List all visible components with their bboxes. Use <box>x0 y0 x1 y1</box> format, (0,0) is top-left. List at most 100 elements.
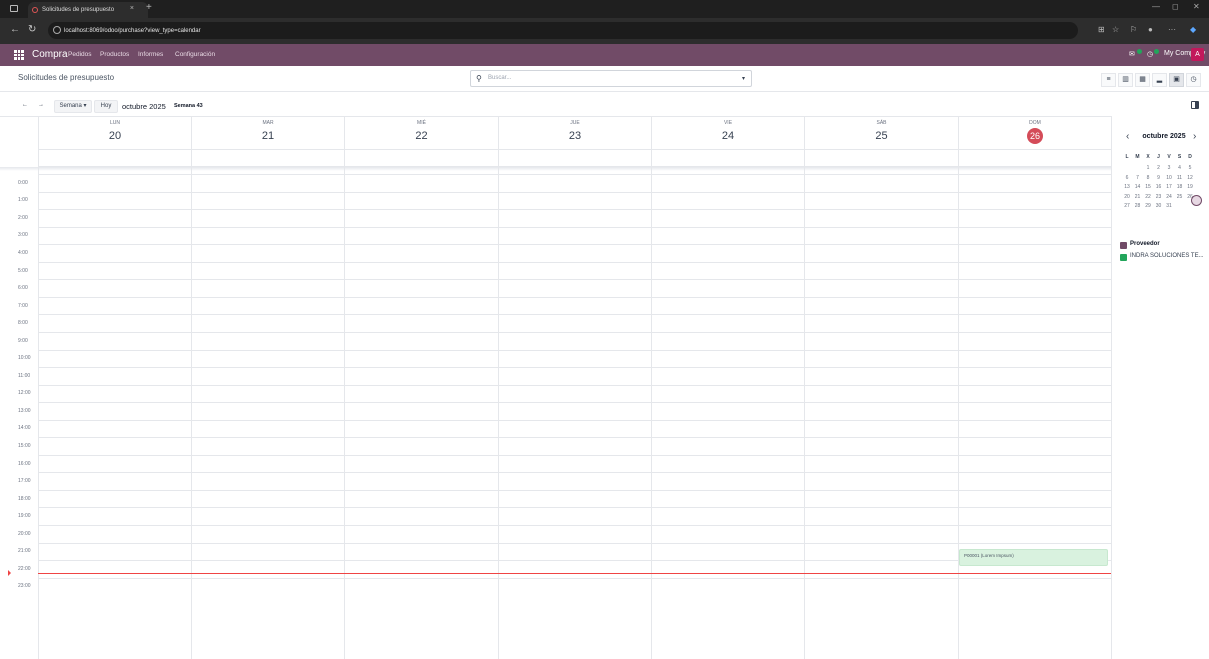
mini-day[interactable]: 25 <box>1175 194 1185 200</box>
mini-day[interactable]: 9 <box>1154 175 1164 181</box>
more-options-icon[interactable]: ··· <box>1168 25 1176 34</box>
mini-day[interactable]: 11 <box>1175 175 1185 181</box>
toggle-side-panel-icon[interactable] <box>1191 101 1199 109</box>
mini-day[interactable]: 8 <box>1143 175 1153 181</box>
mini-day[interactable]: 7 <box>1133 175 1143 181</box>
mini-day[interactable]: 20 <box>1122 194 1132 200</box>
search-icon: ⚲ <box>476 74 482 83</box>
mini-day[interactable]: 19 <box>1185 184 1195 190</box>
mini-day[interactable]: 22 <box>1143 194 1153 200</box>
mini-day[interactable]: 21 <box>1133 194 1143 200</box>
mini-day[interactable]: 10 <box>1164 175 1174 181</box>
url-input[interactable]: localhost:8069/odoo/purchase?view_type=c… <box>48 22 1078 39</box>
calendar-view-icon[interactable]: ▣ <box>1169 73 1184 87</box>
mini-dow-label: V <box>1167 154 1171 160</box>
mini-calendar-title: octubre 2025 <box>1142 133 1186 140</box>
mini-day[interactable]: 17 <box>1164 184 1174 190</box>
filter-item-checkbox[interactable] <box>1120 254 1127 261</box>
tab-close-icon[interactable]: × <box>130 5 134 12</box>
day-header-sat[interactable]: SÁB 25 <box>804 117 958 149</box>
hour-label: 15:00 <box>18 443 31 449</box>
activity-view-icon[interactable]: ◷ <box>1186 73 1201 87</box>
hour-line <box>38 490 1111 491</box>
today-button[interactable]: Hoy <box>94 100 118 113</box>
hour-line <box>38 367 1111 368</box>
odoo-navbar: Compra Pedidos Productos Informes Config… <box>0 44 1209 66</box>
all-day-row[interactable] <box>38 149 1111 167</box>
list-view-icon[interactable]: ≡ <box>1101 73 1116 87</box>
day-number: 21 <box>261 130 275 142</box>
reload-icon[interactable]: ↻ <box>28 24 36 35</box>
search-input[interactable]: ⚲ Buscar... ▾ <box>470 70 752 87</box>
mini-day[interactable]: 31 <box>1164 203 1174 209</box>
back-icon[interactable]: ← <box>10 24 20 35</box>
mini-day[interactable]: 28 <box>1133 203 1143 209</box>
menu-configuracion[interactable]: Configuración <box>175 51 215 58</box>
mini-day[interactable]: 15 <box>1143 184 1153 190</box>
new-tab-icon[interactable]: + <box>146 2 152 13</box>
mini-day[interactable]: 2 <box>1154 165 1164 171</box>
mini-day[interactable]: 23 <box>1154 194 1164 200</box>
mini-day[interactable]: 13 <box>1122 184 1132 190</box>
day-header-sun[interactable]: DOM 26 <box>958 117 1111 149</box>
day-column[interactable] <box>958 149 959 659</box>
profile-icon[interactable]: ● <box>1148 25 1153 34</box>
day-header-thu[interactable]: JUE 23 <box>498 117 651 149</box>
graph-view-icon[interactable]: ▂ <box>1152 73 1167 87</box>
mini-day[interactable]: 1 <box>1143 165 1153 171</box>
day-column[interactable] <box>498 149 499 659</box>
mini-day[interactable]: 4 <box>1175 165 1185 171</box>
group-checkbox[interactable] <box>1120 242 1127 249</box>
mini-day[interactable]: 16 <box>1154 184 1164 190</box>
day-column[interactable] <box>804 149 805 659</box>
day-header-fri[interactable]: VIE 24 <box>651 117 804 149</box>
calendar-event[interactable]: P00001 (Lorem Impsum) <box>959 549 1108 566</box>
day-column[interactable] <box>344 149 345 659</box>
copilot-icon[interactable]: ◆ <box>1190 25 1196 34</box>
mini-day[interactable]: 30 <box>1154 203 1164 209</box>
day-header-wed[interactable]: MIÉ 22 <box>344 117 498 149</box>
hour-line <box>38 420 1111 421</box>
search-options-dropdown-icon[interactable]: ▾ <box>742 75 745 82</box>
apps-menu-icon[interactable] <box>14 50 24 60</box>
maximize-icon[interactable]: ◻ <box>1172 2 1179 11</box>
next-period-icon[interactable]: → <box>34 100 48 113</box>
app-brand[interactable]: Compra <box>32 49 68 60</box>
activity-icon[interactable]: ◷ <box>1147 50 1153 58</box>
prev-period-icon[interactable]: ← <box>18 100 32 113</box>
mini-day[interactable]: 27 <box>1122 203 1132 209</box>
window-close-icon[interactable]: ✕ <box>1193 2 1200 11</box>
day-header-tue[interactable]: MAR 21 <box>191 117 344 149</box>
mini-day[interactable]: 5 <box>1185 165 1195 171</box>
messaging-icon[interactable]: ✉ <box>1129 50 1135 58</box>
pivot-view-icon[interactable]: ▦ <box>1135 73 1150 87</box>
current-time-marker <box>8 570 11 576</box>
kanban-view-icon[interactable]: ▥ <box>1118 73 1133 87</box>
day-column[interactable] <box>651 149 652 659</box>
mini-day[interactable]: 14 <box>1133 184 1143 190</box>
menu-productos[interactable]: Productos <box>100 51 129 58</box>
day-column[interactable] <box>191 149 192 659</box>
split-view-icon[interactable]: ⊞ <box>1098 25 1105 34</box>
day-header-mon[interactable]: LUN 20 <box>38 117 191 149</box>
mini-day[interactable]: 29 <box>1143 203 1153 209</box>
collections-icon[interactable]: ⚐ <box>1130 25 1137 34</box>
scale-dropdown[interactable]: Semana ▾ <box>54 100 92 113</box>
minimize-icon[interactable]: — <box>1152 2 1160 11</box>
tab-actions-icon[interactable] <box>10 5 18 12</box>
mini-day[interactable]: 24 <box>1164 194 1174 200</box>
site-info-icon[interactable] <box>53 26 61 34</box>
mini-dow-label: D <box>1188 154 1192 160</box>
favorite-star-icon[interactable]: ☆ <box>1112 25 1119 34</box>
browser-tab[interactable]: Solicitudes de presupuesto × <box>28 2 148 18</box>
mini-day[interactable]: 3 <box>1164 165 1174 171</box>
day-column[interactable] <box>38 149 39 659</box>
mini-day[interactable]: 18 <box>1175 184 1185 190</box>
menu-pedidos[interactable]: Pedidos <box>68 51 92 58</box>
mini-next-month-icon[interactable]: › <box>1193 131 1196 142</box>
mini-dow-label: L <box>1125 154 1129 160</box>
menu-informes[interactable]: Informes <box>138 51 163 58</box>
mini-day[interactable]: 12 <box>1185 175 1195 181</box>
user-avatar[interactable]: A <box>1191 48 1204 61</box>
mini-day[interactable]: 6 <box>1122 175 1132 181</box>
